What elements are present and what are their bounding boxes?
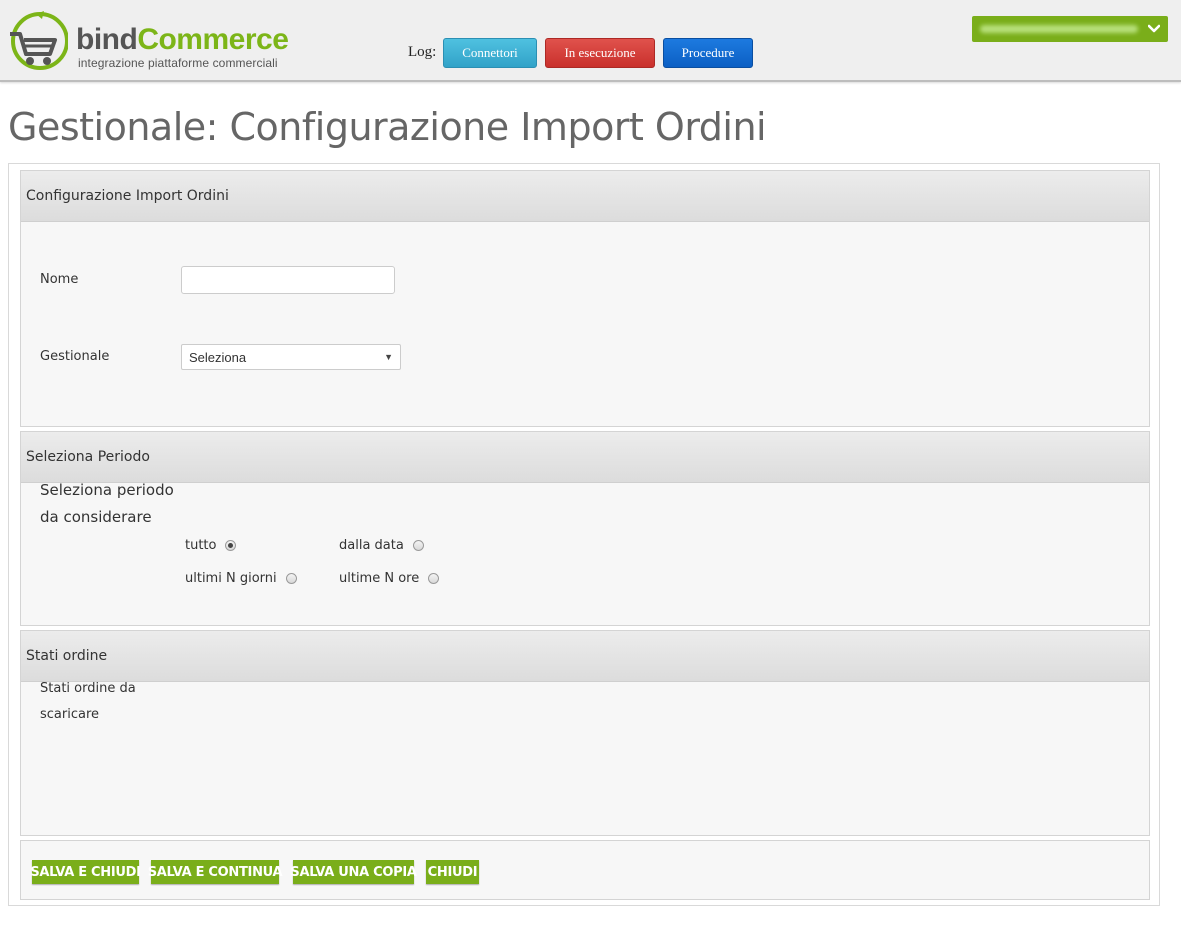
stati-panel-title: Stati ordine [21,631,1149,682]
radio-label-dalla-data: dalla data [339,538,404,553]
chevron-down-icon [1148,24,1160,33]
form-container: Configurazione Import Ordini Nome Gestio… [8,163,1160,906]
config-panel: Configurazione Import Ordini Nome Gestio… [20,170,1150,427]
periodo-label-line2: da considerare [40,508,152,526]
radio-dalla-data[interactable] [412,540,424,551]
radio-label-tutto: tutto [185,538,217,553]
radio-option-ultime-n-ore[interactable]: ultime N ore [339,571,440,586]
periodo-label-line1: Seleziona periodo [40,481,174,499]
page-title: Gestionale: Configurazione Import Ordini [8,105,767,149]
periodo-label: Seleziona periodo da considerare [40,477,174,531]
radio-ultime-n-ore[interactable] [428,573,440,584]
logo-tagline: integrazione piattaforme commerciali [78,56,278,70]
config-panel-title: Configurazione Import Ordini [21,171,1149,222]
stati-label-line2: scaricare [40,707,100,722]
periodo-panel: Seleziona Periodo Seleziona periodo da c… [20,431,1150,626]
radio-option-ultimi-n-giorni[interactable]: ultimi N giorni [185,571,297,586]
shopping-cart-logo-icon [10,11,68,70]
stati-panel: Stati ordine Stati ordine da scaricare [20,630,1150,836]
dropdown-arrow-icon: ▼ [384,352,393,362]
gestionale-select[interactable]: Seleziona ▼ [181,344,401,370]
nome-label: Nome [40,272,79,287]
radio-label-ultime-n-ore: ultime N ore [339,571,420,586]
chiudi-button[interactable]: CHIUDI [426,860,479,884]
user-menu-dropdown[interactable] [972,16,1168,42]
radio-option-dalla-data[interactable]: dalla data [339,538,424,553]
procedure-button[interactable]: Procedure [663,38,753,68]
log-label: Log: [408,44,437,60]
radio-ultimi-n-giorni[interactable] [285,573,297,584]
gestionale-selected-value: Seleziona [189,349,247,365]
gestionale-label: Gestionale [40,349,110,364]
actions-bar: SALVA E CHIUDI SALVA E CONTINUA SALVA UN… [20,840,1150,900]
salva-una-copia-button[interactable]: SALVA UNA COPIA [290,860,417,884]
stati-label-line1: Stati ordine da [40,681,136,696]
bindcommerce-logo[interactable]: bindCommerce integrazione piattaforme co… [6,10,306,74]
periodo-panel-title: Seleziona Periodo [21,432,1149,483]
nome-input[interactable] [181,266,395,294]
salva-e-chiudi-button[interactable]: SALVA E CHIUDI [30,860,141,884]
connettori-button[interactable]: Connettori [443,38,537,68]
radio-option-tutto[interactable]: tutto [185,538,237,553]
radio-tutto[interactable] [225,540,237,551]
radio-label-ultimi-n-giorni: ultimi N giorni [185,571,277,586]
logo-wordmark: bindCommerce [76,23,289,56]
redacted-username [980,25,1138,33]
in-esecuzione-button[interactable]: In esecuzione [545,38,655,68]
top-bar: bindCommerce integrazione piattaforme co… [0,0,1181,82]
stati-label: Stati ordine da scaricare [40,676,136,728]
salva-e-continua-button[interactable]: SALVA E CONTINUA [148,860,283,884]
